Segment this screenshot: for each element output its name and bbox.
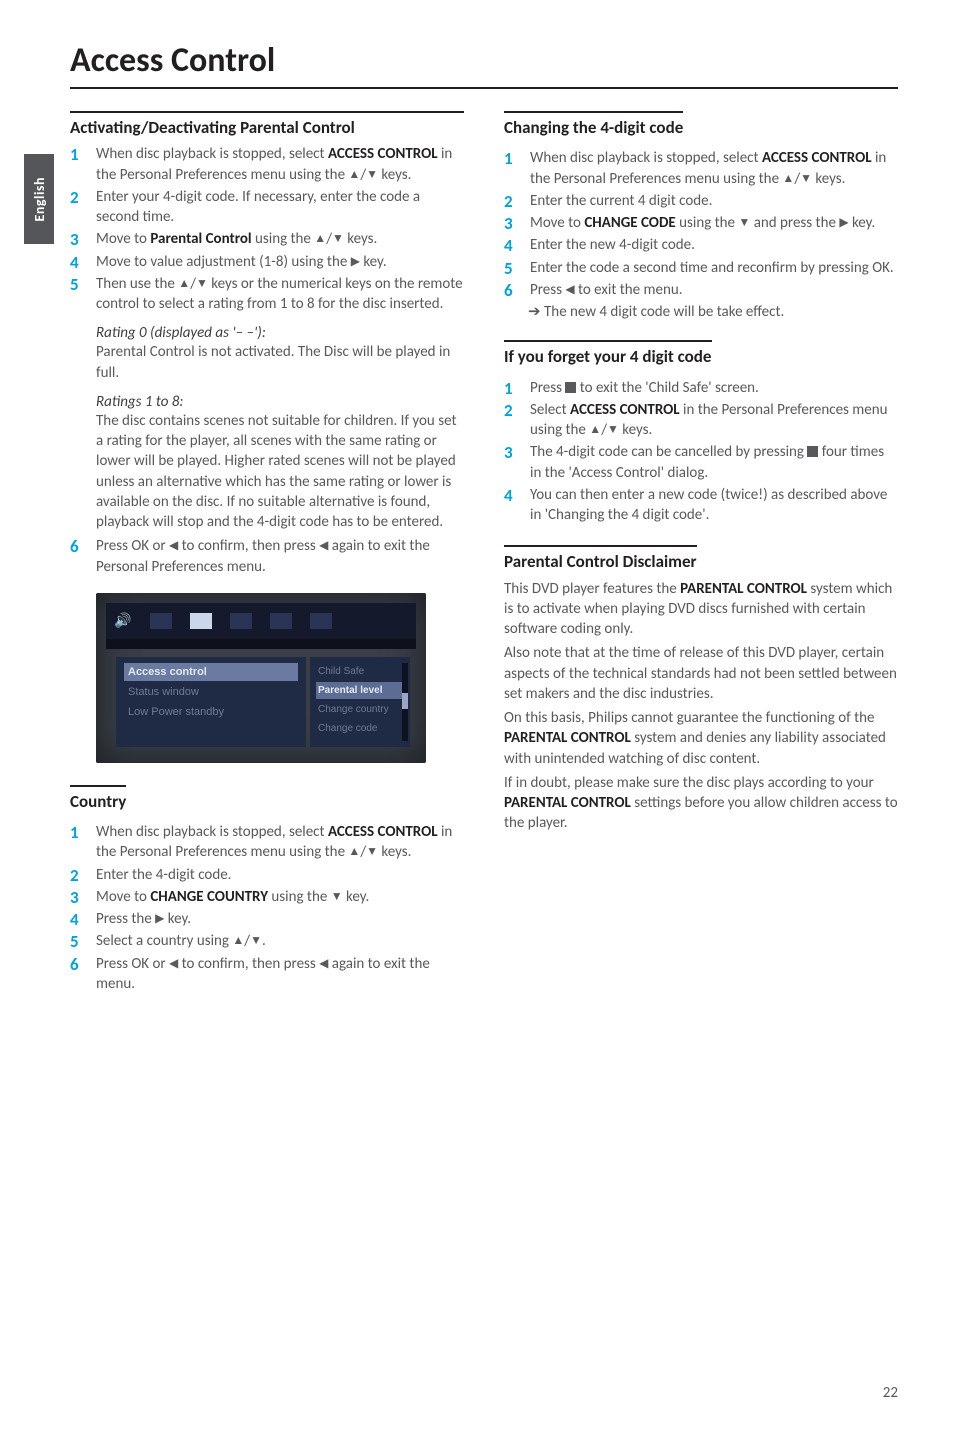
ratings1to8-body: The disc contains scenes not suitable fo… [70, 411, 464, 533]
right-column: Changing the 4-digit code When disc play… [504, 111, 898, 996]
down-icon: ▼ [366, 167, 378, 183]
forget-step-2: Select ACCESS CONTROL in the Personal Pr… [504, 400, 898, 441]
up-icon: ▲ [348, 167, 360, 183]
country-steps: When disc playback is stopped, select AC… [70, 822, 464, 994]
changing-steps: When disc playback is stopped, select AC… [504, 148, 898, 300]
osd-r-parental-level: Parental level [316, 682, 404, 699]
osd-menu-status-window: Status window [124, 683, 298, 701]
country-step-2: Enter the 4-digit code. [70, 865, 464, 885]
osd-scrollbar-thumb [402, 693, 408, 709]
up-icon: ▲ [782, 171, 794, 187]
down-icon: ▼ [331, 889, 343, 905]
down-icon: ▼ [332, 231, 344, 247]
left-icon: ◀ [169, 538, 178, 554]
up-icon: ▲ [232, 933, 244, 949]
country-step-6: Press OK or ◀ to confirm, then press ◀ a… [70, 954, 464, 995]
forget-steps: Press to exit the 'Child Safe' screen. S… [504, 378, 898, 526]
down-icon: ▼ [800, 171, 812, 187]
stop-icon [807, 446, 818, 457]
country-step-4: Press the ▶ key. [70, 909, 464, 929]
up-icon: ▲ [348, 844, 360, 860]
changing-step-1: When disc playback is stopped, select AC… [504, 148, 898, 189]
rating0-title: Rating 0 (displayed as '– –'): [70, 324, 464, 342]
disclaimer-p2: Also note that at the time of release of… [504, 643, 898, 704]
changing-step-4: Enter the new 4-digit code. [504, 235, 898, 255]
page-number: 22 [883, 1384, 898, 1402]
activating-step-1: When disc playback is stopped, select AC… [70, 144, 464, 185]
content-columns: Activating/Deactivating Parental Control… [70, 111, 898, 996]
right-icon: ▶ [155, 911, 164, 927]
right-icon: ▶ [839, 215, 848, 231]
heading-forget: If you forget your 4 digit code [504, 340, 712, 367]
activating-step-5: Then use the ▲/▼ keys or the numerical k… [70, 274, 464, 315]
activating-steps: When disc playback is stopped, select AC… [70, 144, 464, 314]
right-icon: ▶ [351, 254, 360, 270]
osd-r-child-safe: Child Safe [316, 663, 404, 680]
osd-lowerbar [106, 639, 416, 649]
down-icon: ▼ [366, 844, 378, 860]
country-step-1: When disc playback is stopped, select AC… [70, 822, 464, 863]
osd-left-panel: Access control Status window Low Power s… [116, 657, 306, 747]
forget-step-3: The 4-digit code can be cancelled by pre… [504, 442, 898, 483]
down-icon: ▼ [250, 933, 262, 949]
osd-topbar: 🔊 [106, 603, 416, 639]
disclaimer-p1: This DVD player features the PARENTAL CO… [504, 579, 898, 640]
forget-step-4: You can then enter a new code (twice!) a… [504, 485, 898, 526]
down-icon: ▼ [738, 215, 750, 231]
disclaimer-p4: If in doubt, please make sure the disc p… [504, 773, 898, 834]
heading-changing: Changing the 4-digit code [504, 111, 683, 138]
heading-activating: Activating/Deactivating Parental Control [70, 111, 464, 138]
osd-r-change-code: Change code [316, 720, 404, 737]
disclaimer-p3: On this basis, Philips cannot guarantee … [504, 708, 898, 769]
activating-step-4: Move to value adjustment (1-8) using the… [70, 252, 464, 272]
language-tab-label: English [31, 177, 48, 221]
osd-screenshot: 🔊 Access control Status window Low Power… [96, 593, 426, 763]
left-icon: ◀ [169, 956, 178, 972]
activating-step-2: Enter your 4-digit code. If necessary, e… [70, 187, 464, 228]
ratings1to8-title: Ratings 1 to 8: [70, 393, 464, 411]
left-column: Activating/Deactivating Parental Control… [70, 111, 464, 996]
osd-r-change-country: Change country [316, 701, 404, 718]
changing-step-3: Move to CHANGE CODE using the ▼ and pres… [504, 213, 898, 233]
country-step-5: Select a country using ▲/▼. [70, 931, 464, 951]
left-icon: ◀ [565, 282, 574, 298]
down-icon: ▼ [196, 276, 208, 292]
forget-step-1: Press to exit the 'Child Safe' screen. [504, 378, 898, 398]
up-icon: ▲ [589, 422, 601, 438]
osd-scrollbar [402, 663, 408, 741]
changing-result: The new 4 digit code will be take effect… [504, 302, 898, 322]
activating-step-6: Press OK or ◀ to confirm, then press ◀ a… [70, 536, 464, 577]
changing-step-6: Press ◀ to exit the menu. [504, 280, 898, 300]
down-icon: ▼ [607, 422, 619, 438]
changing-step-2: Enter the current 4 digit code. [504, 191, 898, 211]
heading-country: Country [70, 785, 126, 812]
activating-step-3: Move to Parental Control using the ▲/▼ k… [70, 229, 464, 249]
rating0-body: Parental Control is not activated. The D… [70, 342, 464, 383]
country-step-3: Move to CHANGE COUNTRY using the ▼ key. [70, 887, 464, 907]
page-title: Access Control [70, 40, 898, 89]
language-tab: English [24, 154, 54, 244]
osd-right-panel: Child Safe Parental level Change country… [310, 657, 410, 747]
osd-menu-access-control: Access control [124, 663, 298, 681]
changing-step-5: Enter the code a second time and reconfi… [504, 258, 898, 278]
sound-icon: 🔊 [114, 612, 132, 630]
activating-steps-cont: Press OK or ◀ to confirm, then press ◀ a… [70, 536, 464, 577]
heading-disclaimer: Parental Control Disclaimer [504, 545, 697, 572]
up-icon: ▲ [314, 231, 326, 247]
osd-menu-low-power: Low Power standby [124, 703, 298, 721]
stop-icon [565, 382, 576, 393]
up-icon: ▲ [178, 276, 190, 292]
